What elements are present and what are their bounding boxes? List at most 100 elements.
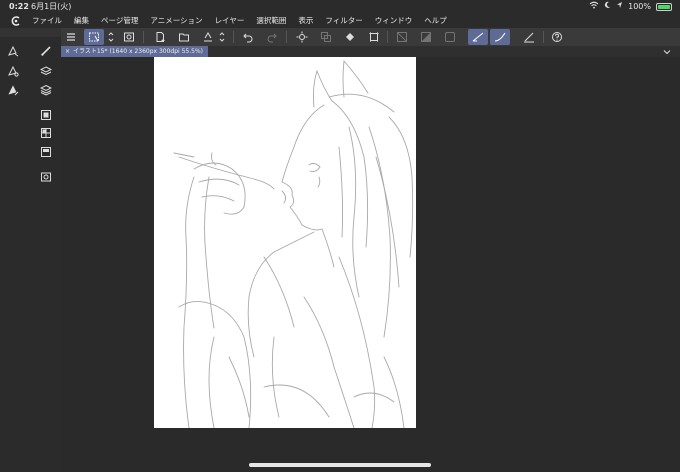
tone-icon: [421, 32, 431, 42]
command-bar: [61, 28, 680, 46]
wifi-icon: [589, 0, 599, 13]
tool-select-button[interactable]: [84, 29, 104, 45]
menu-filter[interactable]: フィルター: [319, 15, 368, 26]
status-bar: 0:22 6月1日(火) 100%: [0, 0, 680, 13]
save-button[interactable]: [199, 29, 217, 45]
preview-icon: [124, 32, 134, 42]
redo-button[interactable]: [263, 29, 281, 45]
menu-edit[interactable]: 編集: [68, 15, 95, 26]
document-tab[interactable]: × イラスト15* (1640 x 2360px 300dpi 55.5%): [61, 46, 209, 57]
divider: [286, 31, 287, 43]
chevron-updown-icon: [108, 32, 114, 42]
tool-layers[interactable]: [38, 82, 54, 98]
sparkle-icon: [296, 31, 308, 43]
open-folder-button[interactable]: [175, 29, 193, 45]
tool-material[interactable]: [38, 125, 54, 141]
ruler-button[interactable]: [393, 29, 411, 45]
undo-button[interactable]: [239, 29, 257, 45]
divider: [543, 31, 544, 43]
battery-icon: [656, 2, 672, 11]
new-file-button[interactable]: [151, 29, 169, 45]
menu-bar: ファイル 編集 ページ管理 アニメーション レイヤー 選択範囲 表示 フィルター…: [0, 13, 680, 28]
help-icon: [552, 32, 562, 42]
document-tab-bar: × イラスト15* (1640 x 2360px 300dpi 55.5%): [61, 46, 680, 57]
frame-icon: [445, 32, 455, 42]
status-time: 0:22: [9, 2, 29, 11]
save-stepper[interactable]: [217, 29, 227, 45]
history-icon: [41, 172, 51, 182]
help-button[interactable]: [548, 29, 566, 45]
menu-layer[interactable]: レイヤー: [209, 15, 251, 26]
new-file-icon: [156, 32, 165, 42]
menu-view[interactable]: 表示: [292, 15, 319, 26]
divider: [143, 31, 144, 43]
home-indicator[interactable]: [249, 463, 431, 467]
menu-selection[interactable]: 選択範囲: [250, 15, 292, 26]
stabilizer-button[interactable]: [468, 29, 488, 45]
brush-icon: [41, 46, 51, 56]
palette-header: [0, 28, 61, 37]
moon-icon: [604, 0, 611, 13]
menu-animation[interactable]: アニメーション: [144, 15, 208, 26]
tool-layer-add[interactable]: [38, 63, 54, 79]
divider: [387, 31, 388, 43]
tool-history[interactable]: [38, 169, 54, 185]
copy-icon: [321, 32, 331, 42]
layer-add-icon: [40, 66, 52, 76]
redo-icon: [267, 33, 277, 43]
tool-brush[interactable]: [38, 43, 54, 59]
chevron-down-icon: [663, 49, 671, 54]
clip-studio-icon[interactable]: [6, 15, 26, 27]
copy-button[interactable]: [317, 29, 335, 45]
status-right: 100%: [589, 0, 672, 13]
menu-help[interactable]: ヘルプ: [418, 15, 453, 26]
sketch-drawing: [173, 59, 414, 429]
layer-property-icon: [41, 147, 51, 157]
tool-palette: [0, 28, 61, 472]
tool-pen-gear[interactable]: [5, 63, 21, 79]
pen-gear-icon: [8, 65, 19, 77]
divider: [233, 31, 234, 43]
transform-icon: [369, 32, 379, 42]
ruler-icon: [397, 32, 407, 42]
tool-layer-property[interactable]: [38, 144, 54, 160]
location-icon: [616, 0, 623, 13]
tool-pen-arrow[interactable]: [5, 43, 21, 59]
collapse-button[interactable]: [663, 46, 671, 57]
tone-button[interactable]: [417, 29, 435, 45]
save-icon: [204, 32, 212, 42]
folder-icon: [179, 33, 189, 42]
chevron-updown-icon: [219, 32, 225, 42]
menu-file[interactable]: ファイル: [26, 15, 68, 26]
transform-button[interactable]: [365, 29, 383, 45]
canvas-paper[interactable]: [154, 57, 416, 429]
frame-button[interactable]: [441, 29, 459, 45]
clear-layer-button[interactable]: [293, 29, 311, 45]
menu-page[interactable]: ページ管理: [95, 15, 144, 26]
select-tool-icon: [89, 32, 99, 42]
document-tab-title: イラスト15* (1640 x 2360px 300dpi 55.5%): [73, 48, 204, 55]
navigator-icon: [41, 110, 51, 120]
close-icon[interactable]: ×: [65, 46, 70, 57]
undo-icon: [243, 33, 253, 43]
tool-stepper[interactable]: [106, 29, 116, 45]
pen-pressure-button[interactable]: [490, 29, 510, 45]
preview-button[interactable]: [120, 29, 138, 45]
fill-button[interactable]: [341, 29, 359, 45]
battery-percent: 100%: [628, 2, 651, 11]
hamburger-icon: [67, 33, 75, 41]
pen-edit-icon: [524, 32, 534, 43]
pen-line-icon: [472, 32, 484, 42]
tool-pen-dropper[interactable]: [5, 82, 21, 98]
pen-arrow-icon: [8, 45, 19, 57]
menu-window[interactable]: ウィンドウ: [369, 15, 419, 26]
status-date: 6月1日(火): [31, 2, 72, 11]
pen-curve-icon: [494, 32, 506, 42]
material-icon: [41, 128, 51, 138]
fill-bucket-icon: [346, 33, 354, 41]
layers-icon: [40, 84, 52, 96]
edit-path-button[interactable]: [520, 29, 538, 45]
hamburger-menu-button[interactable]: [62, 29, 80, 45]
pen-dropper-icon: [8, 85, 19, 96]
tool-navigator[interactable]: [38, 107, 54, 123]
